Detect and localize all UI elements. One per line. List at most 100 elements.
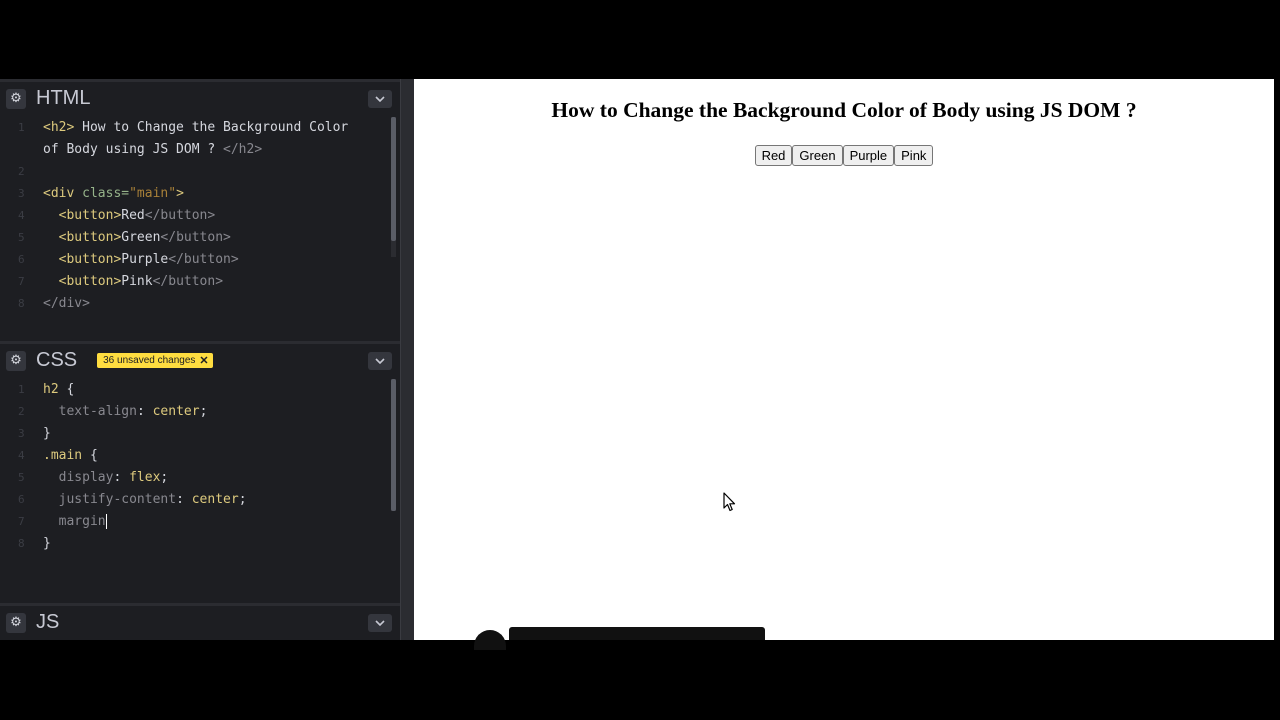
line-number: 6 — [18, 493, 25, 506]
html-scrollbar[interactable] — [391, 117, 396, 257]
line-number: 7 — [18, 275, 25, 288]
line-number: 4 — [18, 449, 25, 462]
code-token: </button> — [160, 230, 231, 245]
code-token: <button> — [58, 252, 122, 267]
purple-button[interactable]: Purple — [842, 145, 895, 166]
code-token: } — [43, 536, 51, 551]
code-token: of Body using JS DOM ? — [43, 142, 224, 157]
css-scrollbar-thumb[interactable] — [391, 379, 396, 511]
line-number: 5 — [18, 471, 25, 484]
code-line[interactable]: 6 <button>Purple</button> — [0, 249, 400, 271]
js-panel-header: ⚙ JS — [0, 603, 400, 639]
code-token: </button> — [168, 252, 239, 267]
resize-divider[interactable] — [400, 79, 414, 640]
line-number: 4 — [18, 209, 25, 222]
line-number: 5 — [18, 231, 25, 244]
code-token: <button> — [58, 230, 122, 245]
mouse-pointer-icon — [723, 492, 736, 512]
code-line[interactable]: 1 <h2> How to Change the Background Color — [0, 117, 400, 139]
video-overlay-bar — [509, 627, 765, 640]
code-token: : — [113, 470, 130, 485]
code-token: Purple — [121, 252, 169, 267]
code-token: </h2> — [223, 142, 263, 157]
text-cursor — [105, 514, 107, 529]
code-line[interactable]: 4 .main { — [0, 445, 400, 467]
preview-heading: How to Change the Background Color of Bo… — [551, 98, 1137, 122]
code-line[interactable]: 3} — [0, 423, 400, 445]
code-line[interactable]: 7 <button>Pink</button> — [0, 271, 400, 293]
panel-title-js: JS — [36, 611, 60, 633]
css-panel: ⚙ CSS 36 unsaved changes ✕ 1 h2 {2 text-a… — [0, 341, 400, 603]
code-token: h2 — [43, 382, 59, 397]
pink-button[interactable]: Pink — [894, 145, 934, 166]
code-token: > — [176, 186, 184, 201]
code-text: <div class="main"> — [30, 183, 184, 205]
code-token: Pink — [121, 274, 153, 289]
code-token: center — [191, 492, 239, 507]
code-token: margin — [58, 514, 106, 529]
code-text: of Body using JS DOM ? </h2> — [30, 139, 262, 161]
html-scrollbar-thumb[interactable] — [391, 117, 396, 241]
preview-button-row: Red Green Purple Pink — [414, 145, 1274, 166]
code-line[interactable]: 6 justify-content: center; — [0, 489, 400, 511]
css-code-area[interactable]: 1 h2 {2 text-align: center; 3} 4 .main {5 di… — [0, 377, 400, 603]
code-line[interactable]: 8 </div> — [0, 293, 400, 315]
code-token: </div> — [43, 296, 90, 311]
css-scrollbar[interactable] — [391, 379, 396, 511]
code-text: <button>Red</button> — [30, 205, 216, 227]
gear-icon[interactable]: ⚙ — [6, 612, 26, 633]
code-line[interactable]: 5 <button>Green</button> — [0, 227, 400, 249]
line-number: 1 — [18, 121, 25, 134]
code-token: flex — [129, 470, 161, 485]
preview-pane: How to Change the Background Color of Bo… — [414, 79, 1274, 640]
code-line[interactable]: 4 <button>Red</button> — [0, 205, 400, 227]
code-token: } — [43, 426, 51, 441]
code-text: justify-content: center; — [30, 489, 247, 511]
line-number: 1 — [18, 383, 25, 396]
code-text: .main { — [30, 445, 98, 467]
chevron-down-icon[interactable] — [368, 89, 392, 108]
code-token: class= — [82, 186, 130, 201]
code-token: display — [58, 470, 114, 485]
code-line[interactable]: 2 — [0, 161, 400, 183]
html-panel: ⚙ HTML 1 <h2> How to Change the Backgroun… — [0, 79, 400, 341]
gear-icon[interactable]: ⚙ — [6, 88, 26, 109]
gear-icon[interactable]: ⚙ — [6, 350, 26, 371]
line-number: 8 — [18, 537, 25, 550]
chevron-down-icon[interactable] — [368, 351, 392, 370]
close-icon[interactable]: ✕ — [199, 354, 208, 367]
code-line[interactable]: 3 <div class="main"> — [0, 183, 400, 205]
html-code-area[interactable]: 1 <h2> How to Change the Background Color… — [0, 115, 400, 341]
code-line[interactable]: 2 text-align: center; — [0, 401, 400, 423]
code-token: </button> — [144, 208, 216, 223]
unsaved-changes-label: 36 unsaved changes — [103, 355, 196, 366]
code-token: { — [58, 382, 75, 397]
line-number — [0, 139, 30, 161]
code-token: text-align — [58, 404, 137, 419]
code-line[interactable]: 1 h2 { — [0, 379, 400, 401]
code-line[interactable]: 8} — [0, 533, 400, 555]
code-token: <button> — [58, 208, 122, 223]
code-line[interactable]: 5 display: flex; — [0, 467, 400, 489]
code-text: } — [30, 533, 51, 555]
code-text: display: flex; — [30, 467, 169, 489]
code-token: justify-content — [58, 492, 177, 507]
line-number: 3 — [18, 187, 25, 200]
code-line[interactable]: 7 margin — [0, 511, 400, 533]
chevron-down-icon[interactable] — [368, 613, 392, 632]
code-text: h2 { — [30, 379, 74, 401]
unsaved-changes-badge[interactable]: 36 unsaved changes ✕ — [97, 353, 213, 368]
red-button[interactable]: Red — [754, 145, 793, 166]
line-number: 2 — [18, 405, 25, 418]
code-token: <button> — [58, 274, 122, 289]
code-line[interactable]: of Body using JS DOM ? </h2> — [0, 139, 400, 161]
line-number: 3 — [18, 427, 25, 440]
green-button[interactable]: Green — [792, 145, 843, 166]
